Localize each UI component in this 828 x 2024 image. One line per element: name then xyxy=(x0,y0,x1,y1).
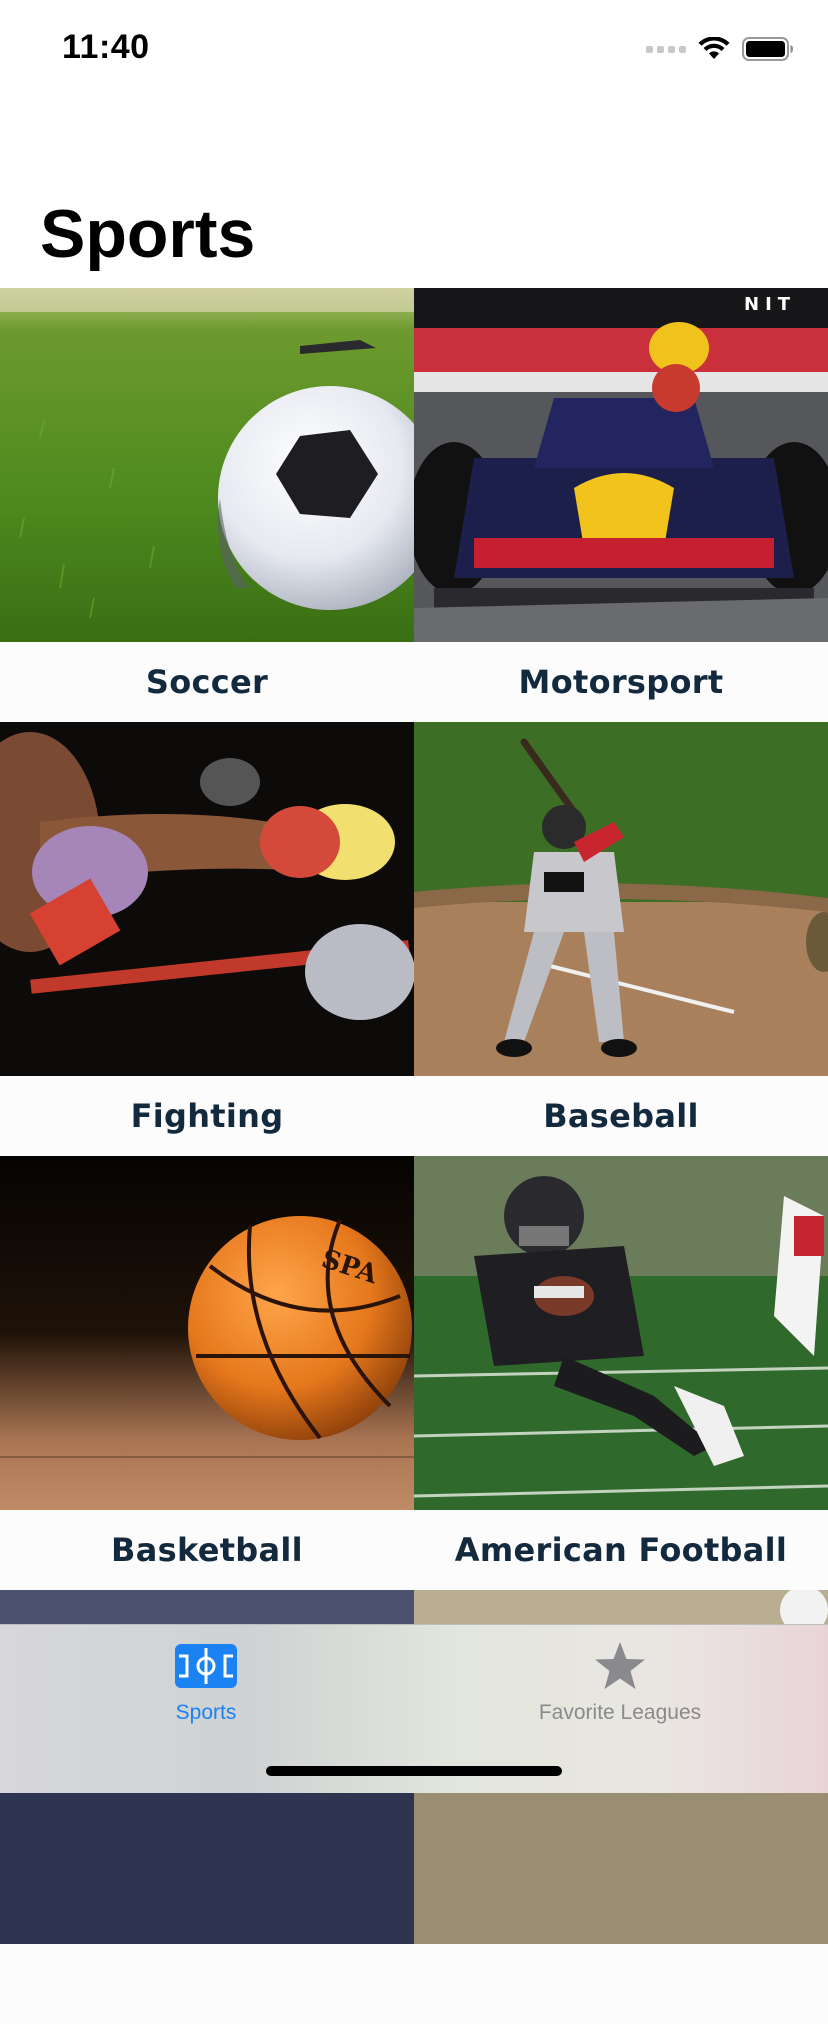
sport-cell-baseball[interactable]: Baseball xyxy=(414,722,828,1156)
page-title: Sports xyxy=(40,196,256,272)
sport-label: American Football xyxy=(454,1531,788,1569)
field-icon xyxy=(175,1639,237,1693)
tab-favorite-leagues[interactable]: Favorite Leagues xyxy=(500,1639,740,1729)
soccer-image xyxy=(0,288,414,642)
baseball-image xyxy=(414,722,828,1076)
sport-cell-american-football[interactable]: American Football xyxy=(414,1156,828,1590)
sport-cell-motorsport[interactable]: NIT Motorsport xyxy=(414,288,828,722)
wifi-icon xyxy=(698,37,730,61)
fighting-image xyxy=(0,722,414,1076)
american-football-image xyxy=(414,1156,828,1510)
svg-text:NIT: NIT xyxy=(744,294,796,315)
sport-cell-fighting[interactable]: Fighting xyxy=(0,722,414,1156)
sport-label: Soccer xyxy=(145,663,269,701)
sport-label: Baseball xyxy=(543,1097,699,1135)
tab-label: Favorite Leagues xyxy=(538,1701,702,1724)
sport-cell-soccer[interactable]: Soccer xyxy=(0,288,414,722)
status-time: 11:40 xyxy=(62,28,150,66)
star-icon xyxy=(593,1639,647,1693)
motorsport-image: NIT xyxy=(414,288,828,642)
tab-sports[interactable]: Sports xyxy=(86,1639,326,1729)
battery-icon xyxy=(742,37,794,61)
status-bar: 11:40 xyxy=(0,0,828,100)
cellular-signal-icon xyxy=(646,45,686,53)
home-indicator[interactable] xyxy=(266,1766,562,1776)
status-icons xyxy=(646,36,794,62)
sport-cell-basketball[interactable]: SPA Basketball xyxy=(0,1156,414,1590)
basketball-image: SPA xyxy=(0,1156,414,1510)
sport-label: Fighting xyxy=(130,1097,284,1135)
sport-label: Basketball xyxy=(111,1531,303,1569)
tab-label: Sports xyxy=(175,1701,237,1724)
sport-label: Motorsport xyxy=(518,663,724,701)
